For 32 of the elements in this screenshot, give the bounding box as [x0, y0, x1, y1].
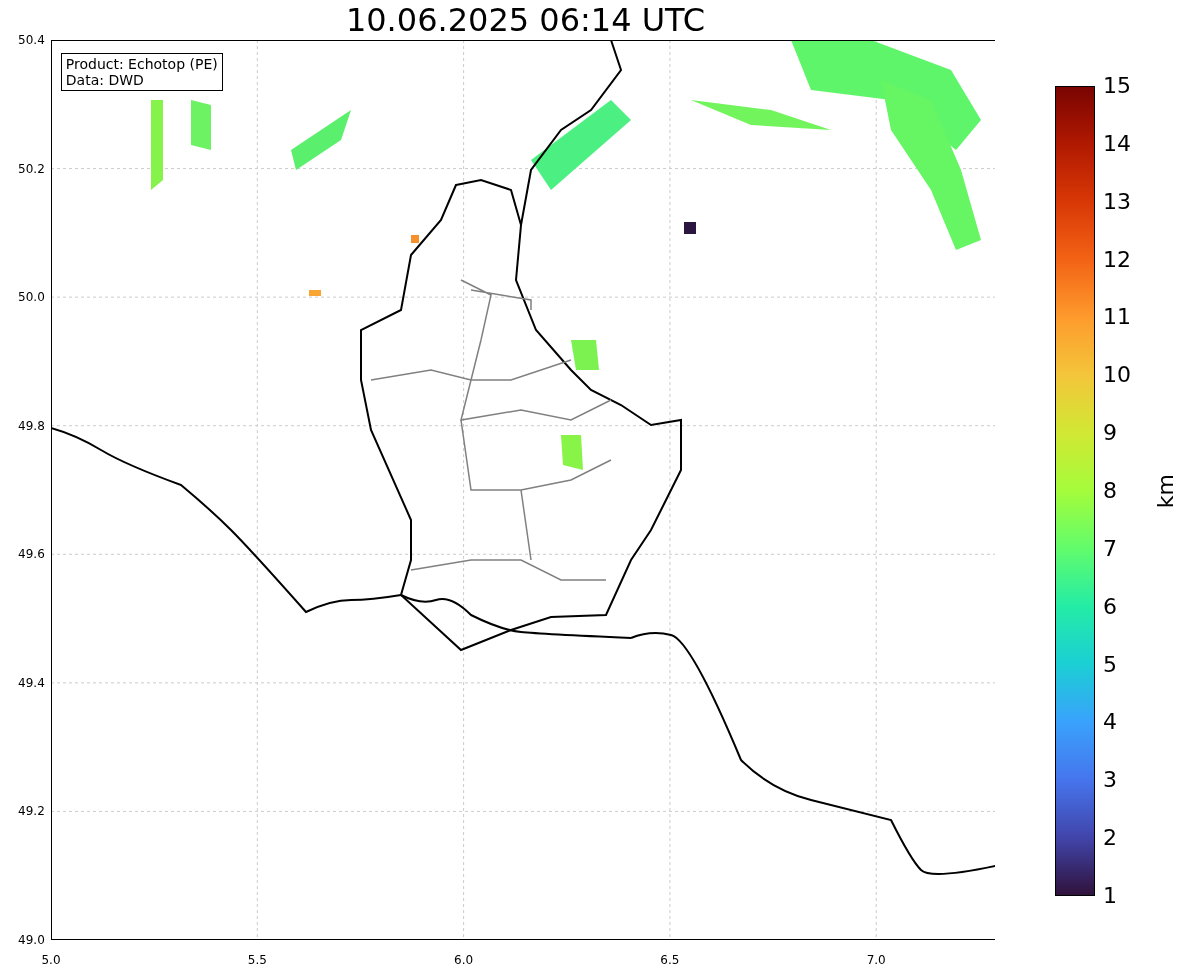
y-tick-label: 49.6: [18, 547, 45, 562]
colorbar-tick-label: 6: [1103, 593, 1118, 620]
x-tick-label: 7.0: [866, 953, 886, 970]
colorbar-tick-label: 12: [1103, 246, 1132, 273]
colorbar-tick-label: 5: [1103, 651, 1118, 678]
x-tick-label: 5.0: [41, 953, 61, 970]
y-tick-label: 49.8: [18, 418, 45, 433]
colorbar-tick-label: 8: [1103, 478, 1118, 504]
colorbar-tick-label: 1: [1103, 882, 1118, 909]
x-tick-label: 5.5: [247, 953, 267, 970]
colorbar-tick-label: 15: [1103, 73, 1132, 100]
colorbar-tick-label: 2: [1103, 825, 1118, 852]
colorbar-tick-label: 13: [1103, 188, 1132, 215]
chart-title: 10.06.2025 06:14 UTC: [345, 1, 706, 40]
colorbar-tick-label: 10: [1103, 362, 1132, 389]
colorbar-tick-label: 14: [1103, 130, 1132, 157]
x-tick-label: 6.5: [660, 953, 680, 970]
y-tick-label: 49.4: [18, 675, 45, 690]
y-tick-label: 49.0: [18, 933, 45, 948]
y-tick-label: 50.0: [18, 290, 45, 305]
colorbar-tick-label: 4: [1103, 709, 1118, 736]
y-tick-label: 49.2: [18, 804, 45, 819]
colorbar-tick-label: 9: [1103, 420, 1118, 447]
y-tick-label: 50.4: [18, 33, 45, 48]
legend-text: Data: DWD: [65, 72, 145, 89]
legend-text: Product: Echotop (PE): [65, 56, 218, 73]
y-tick-label: 50.2: [18, 161, 45, 176]
colorbar-tick-label: 3: [1103, 767, 1118, 794]
x-tick-label: 6.0: [454, 953, 474, 970]
colorbar-tick-label: 11: [1103, 304, 1132, 331]
colorbar-label: km: [1153, 474, 1178, 509]
colorbar-tick-label: 7: [1103, 535, 1118, 562]
